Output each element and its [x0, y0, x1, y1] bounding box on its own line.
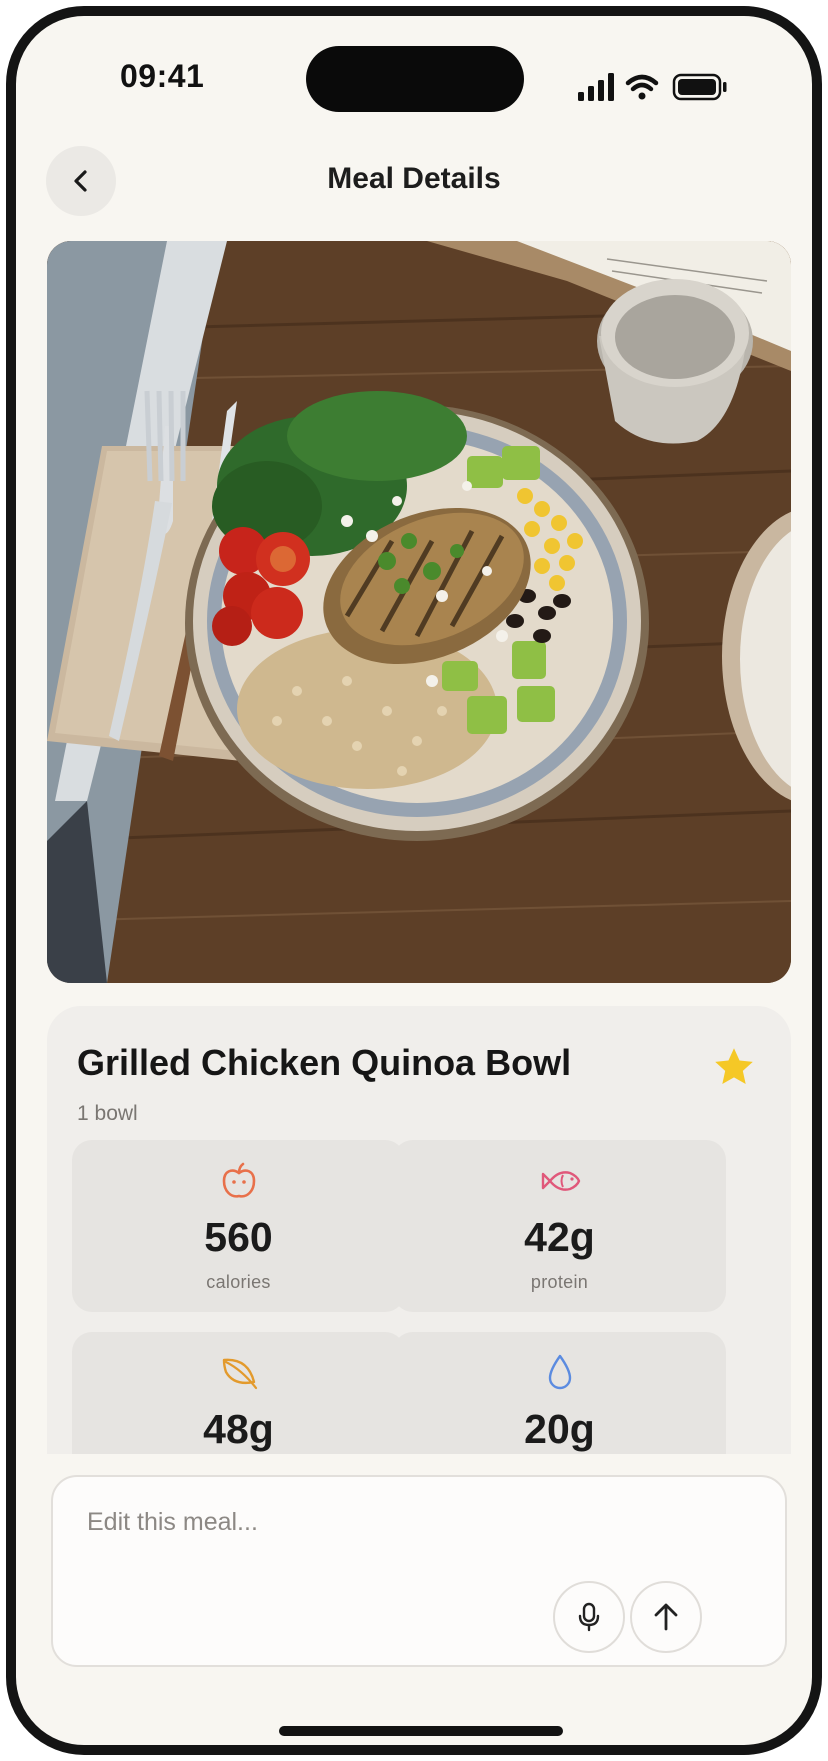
voice-input-button[interactable]: [553, 1581, 625, 1653]
stat-calories: 560 calories: [72, 1140, 405, 1312]
stat-label: protein: [530, 1272, 589, 1292]
page-title: Meal Details: [327, 162, 501, 195]
phone-frame: 09:41 Meal Details Grilled Chicken Quino…: [6, 6, 822, 1755]
meal-details-card: Grilled Chicken Quinoa Bowl 1 bowl 560 c…: [47, 1006, 791, 1454]
meal-photo: [47, 241, 791, 983]
battery-icon: [672, 73, 727, 101]
meal-name: Grilled Chicken Quinoa Bowl: [77, 1042, 572, 1083]
stat-protein: 42g protein: [393, 1140, 726, 1312]
send-button[interactable]: [630, 1581, 702, 1653]
edit-meal-input[interactable]: [85, 1507, 689, 1538]
details-scroll-area[interactable]: Grilled Chicken Quinoa Bowl 1 bowl 560 c…: [16, 1006, 812, 1454]
status-time: 09:41: [120, 58, 205, 94]
stat-fat: 20g fat: [393, 1332, 726, 1454]
stat-label: calories: [206, 1272, 271, 1292]
microphone-icon: [578, 1602, 600, 1632]
screen: 09:41 Meal Details Grilled Chicken Quino…: [16, 16, 812, 1745]
apple-icon: [222, 1162, 256, 1198]
fish-icon: [541, 1171, 581, 1191]
drop-icon: [548, 1354, 572, 1390]
arrow-up-icon: [654, 1603, 678, 1631]
stat-carbs: 48g carbs: [72, 1332, 405, 1454]
favorite-star-icon[interactable]: [711, 1044, 757, 1090]
stat-value: 20g: [524, 1406, 595, 1452]
dynamic-island: [306, 46, 524, 112]
stat-value: 560: [204, 1214, 273, 1260]
serving-size: 1 bowl: [77, 1102, 138, 1125]
home-indicator: [279, 1726, 563, 1736]
stat-value: 48g: [203, 1406, 274, 1452]
status-icons: [578, 73, 727, 101]
leaf-icon: [222, 1358, 258, 1390]
wifi-icon: [625, 74, 659, 100]
edit-meal-composer: [51, 1475, 787, 1667]
cellular-signal-icon: [578, 73, 614, 101]
stat-value: 42g: [524, 1214, 595, 1260]
